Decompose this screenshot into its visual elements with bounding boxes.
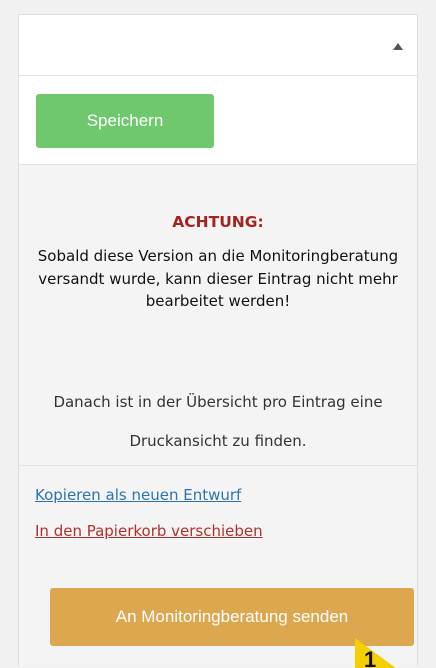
cursor-label: 1 xyxy=(364,647,376,668)
panel-header xyxy=(19,15,417,76)
arrow-cursor-icon: 1 xyxy=(355,638,396,668)
save-section: Speichern xyxy=(19,76,417,165)
move-to-trash-link[interactable]: In den Papierkorb verschieben xyxy=(35,522,263,540)
notice-body: Sobald diese Version an die Monitoringbe… xyxy=(37,247,399,310)
notice-title: ACHTUNG: xyxy=(172,213,264,231)
copy-as-draft-link[interactable]: Kopieren als neuen Entwurf xyxy=(35,486,241,504)
warning-notice: ACHTUNG: Sobald diese Version an die Mon… xyxy=(19,165,417,466)
publish-panel: Speichern ACHTUNG: Sobald diese Version … xyxy=(18,14,418,667)
notice-extra: Danach ist in der Übersicht pro Eintrag … xyxy=(53,393,383,450)
collapse-toggle-icon[interactable] xyxy=(393,43,403,50)
save-button[interactable]: Speichern xyxy=(36,94,214,148)
